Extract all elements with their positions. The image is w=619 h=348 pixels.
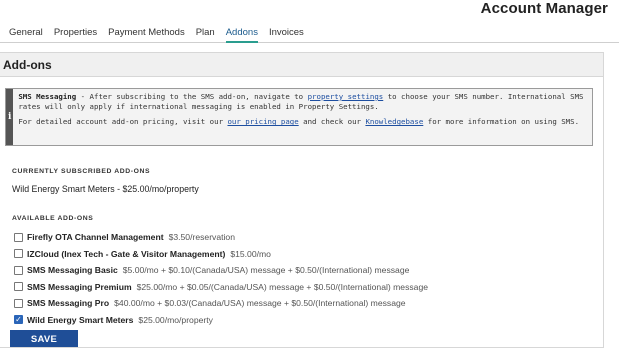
addon-item-sms-premium[interactable]: SMS Messaging Premium $25.00/mo + $0.05/…	[14, 279, 428, 296]
sms-text-1: - After subscribing to the SMS add-on, n…	[76, 92, 308, 101]
addon-item-sms-pro[interactable]: SMS Messaging Pro $40.00/mo + $0.03/(Can…	[14, 295, 428, 312]
addon-list: Firefly OTA Channel Management $3.50/res…	[14, 229, 428, 328]
addon-checkbox[interactable]	[14, 298, 23, 308]
sms-info-paragraph: SMS Messaging - After subscribing to the…	[18, 92, 587, 112]
property-settings-link[interactable]: property settings	[308, 92, 384, 101]
addon-checkbox[interactable]	[14, 265, 23, 275]
current-addon-value: Wild Energy Smart Meters - $25.00/mo/pro…	[12, 184, 199, 194]
pricing-text-2: and check our	[298, 117, 366, 127]
addon-checkbox[interactable]	[14, 249, 23, 259]
addon-price: $3.50/reservation	[168, 232, 235, 243]
addon-price: $15.00/mo	[230, 248, 271, 259]
knowledgebase-link[interactable]: Knowledgebase	[365, 117, 423, 126]
addon-price: $25.00/mo/property	[138, 314, 213, 325]
tab-plan[interactable]: Plan	[196, 26, 215, 42]
pricing-text-3: for more information on using SMS.	[423, 117, 580, 127]
addon-item-izcloud[interactable]: IZCloud (Inex Tech - Gate & Visitor Mana…	[14, 246, 428, 263]
sms-title: SMS Messaging	[18, 92, 77, 101]
addon-checkbox[interactable]	[14, 232, 23, 242]
tab-invoices[interactable]: Invoices	[269, 26, 304, 42]
addon-name: Wild Energy Smart Meters	[27, 314, 134, 325]
addon-item-wild-energy[interactable]: Wild Energy Smart Meters $25.00/mo/prope…	[14, 312, 428, 329]
pricing-text-1: For detailed account add-on pricing, vis…	[18, 117, 228, 127]
tab-bar: General Properties Payment Methods Plan …	[0, 26, 619, 43]
addon-checkbox-checked[interactable]	[14, 315, 23, 325]
available-addons-label: AVAILABLE ADD-ONS	[12, 215, 94, 222]
top-bar: Account Manager	[0, 0, 619, 24]
panel-header: Add-ons	[0, 53, 603, 77]
addon-name: IZCloud (Inex Tech - Gate & Visitor Mana…	[27, 248, 226, 259]
addon-name: Firefly OTA Channel Management	[27, 232, 164, 243]
addon-name: SMS Messaging Pro	[27, 298, 110, 309]
current-addons-label: CURRENTLY SUBSCRIBED ADD-ONS	[12, 168, 151, 175]
addon-item-firefly[interactable]: Firefly OTA Channel Management $3.50/res…	[14, 229, 428, 246]
pricing-page-link[interactable]: our pricing page	[227, 117, 298, 126]
addon-checkbox[interactable]	[14, 282, 23, 292]
info-icon: i	[6, 89, 14, 145]
tab-properties[interactable]: Properties	[54, 26, 97, 42]
app-title: Account Manager	[480, 0, 608, 17]
save-button[interactable]: SAVE	[10, 330, 78, 347]
addon-price: $40.00/mo + $0.03/(Canada/USA) message +…	[114, 298, 406, 309]
addon-name: SMS Messaging Premium	[27, 281, 132, 292]
tab-payment-methods[interactable]: Payment Methods	[108, 26, 185, 42]
tab-addons[interactable]: Addons	[225, 26, 258, 43]
addon-price: $5.00/mo + $0.10/(Canada/USA) message + …	[122, 265, 410, 276]
tab-general[interactable]: General	[9, 26, 43, 42]
addon-price: $25.00/mo + $0.05/(Canada/USA) message +…	[136, 281, 429, 292]
panel-title: Add-ons	[3, 58, 52, 72]
addon-item-sms-basic[interactable]: SMS Messaging Basic $5.00/mo + $0.10/(Ca…	[14, 262, 428, 279]
addons-panel: Add-ons i SMS Messaging - After subscrib…	[0, 52, 604, 348]
sms-info-box: i SMS Messaging - After subscribing to t…	[5, 88, 593, 146]
info-icon-glyph: i	[7, 112, 12, 122]
addon-name: SMS Messaging Basic	[27, 265, 118, 276]
info-text: SMS Messaging - After subscribing to the…	[13, 89, 592, 145]
pricing-info-paragraph: For detailed account add-on pricing, vis…	[18, 117, 587, 127]
